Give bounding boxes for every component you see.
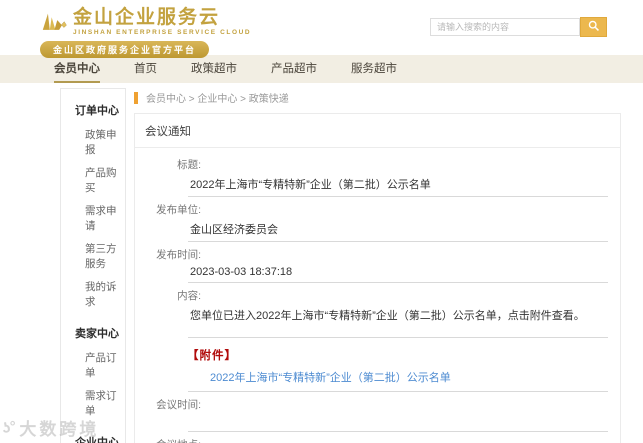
main-nav: 会员中心 首页 政策超市 产品超市 服务超市 <box>0 55 643 83</box>
field-label-publisher: 发布单位: <box>156 204 201 216</box>
sidebar-section-seller-center: 卖家中心 <box>75 328 119 340</box>
nav-item-home[interactable]: 首页 <box>134 55 157 83</box>
field-value-publish-time: 2023-03-03 18:37:18 <box>188 264 608 283</box>
field-label-meeting-place: 会议地点: <box>143 432 201 443</box>
nav-item-policy-market[interactable]: 政策超市 <box>191 55 237 83</box>
header: 金山企业服务云 JINSHAN ENTERPRISE SERVICE CLOUD… <box>0 0 643 58</box>
nav-item-service-market[interactable]: 服务超市 <box>351 55 397 83</box>
main-area: 订单中心 政策申报 产品购买 需求申请 第三方服务 我的诉求 卖家中心 产品订单… <box>0 83 643 443</box>
field-label-title: 标题: <box>177 159 201 171</box>
attachment-link[interactable]: 2022年上海市“专精特新”企业（第二批）公示名单 <box>210 372 451 384</box>
logo-badge: 金山区政府服务企业官方平台 <box>40 41 210 58</box>
sidebar: 订单中心 政策申报 产品购买 需求申请 第三方服务 我的诉求 卖家中心 产品订单… <box>60 88 126 443</box>
sidebar-item-demand-orders[interactable]: 需求订单 <box>61 384 125 422</box>
page: 金山企业服务云 JINSHAN ENTERPRISE SERVICE CLOUD… <box>0 0 643 443</box>
search-bar <box>430 17 607 37</box>
field-value-title: 2022年上海市“专精特新”企业（第二批）公示名单 <box>188 174 608 197</box>
field-label-publish-time: 发布时间: <box>156 249 201 261</box>
search-button[interactable] <box>580 17 607 37</box>
search-icon <box>588 20 600 35</box>
sidebar-item-product-orders[interactable]: 产品订单 <box>61 346 125 384</box>
panel-title: 会议通知 <box>135 114 620 148</box>
sidebar-section-orders: 订单中心 <box>75 105 119 117</box>
field-label-meeting-time: 会议时间: <box>156 399 201 411</box>
field-label-content: 内容: <box>177 290 201 302</box>
attachment-row: 2022年上海市“专精特新”企业（第二批）公示名单 <box>188 366 608 392</box>
sidebar-item-policy-declare[interactable]: 政策申报 <box>61 123 125 161</box>
logo-subtitle: JINSHAN ENTERPRISE SERVICE CLOUD <box>73 29 252 36</box>
logo-sail-icon <box>40 5 68 38</box>
nav-item-product-market[interactable]: 产品超市 <box>271 55 317 83</box>
logo-title: 金山企业服务云 <box>73 7 221 28</box>
sidebar-item-my-appeals[interactable]: 我的诉求 <box>61 275 125 313</box>
attachment-header: 【附件】 <box>187 350 237 362</box>
breadcrumb: 会员中心 > 企业中心 > 政策快递 <box>134 90 621 105</box>
sidebar-item-third-party-service[interactable]: 第三方服务 <box>61 237 125 275</box>
breadcrumb-text: 会员中心 > 企业中心 > 政策快递 <box>146 94 289 105</box>
content-area: 会员中心 > 企业中心 > 政策快递 会议通知 标题: 2022年上海市“专精特… <box>134 90 621 443</box>
sidebar-item-product-purchase[interactable]: 产品购买 <box>61 161 125 199</box>
field-value-publisher: 金山区经济委员会 <box>188 219 608 242</box>
field-value-meeting-time <box>188 414 608 432</box>
nav-item-member-center[interactable]: 会员中心 <box>54 55 100 83</box>
search-input[interactable] <box>430 18 580 36</box>
logo: 金山企业服务云 JINSHAN ENTERPRISE SERVICE CLOUD… <box>40 5 251 58</box>
sidebar-item-demand-apply[interactable]: 需求申请 <box>61 199 125 237</box>
breadcrumb-bar-icon <box>134 91 138 104</box>
field-value-content: 您单位已进入2022年上海市“专精特新”企业（第二批）公示名单，点击附件查看。 <box>188 305 608 338</box>
notice-panel: 会议通知 标题: 2022年上海市“专精特新”企业（第二批）公示名单 发布单位:… <box>134 113 621 443</box>
sidebar-section-enterprise-center: 企业中心 <box>75 437 119 443</box>
